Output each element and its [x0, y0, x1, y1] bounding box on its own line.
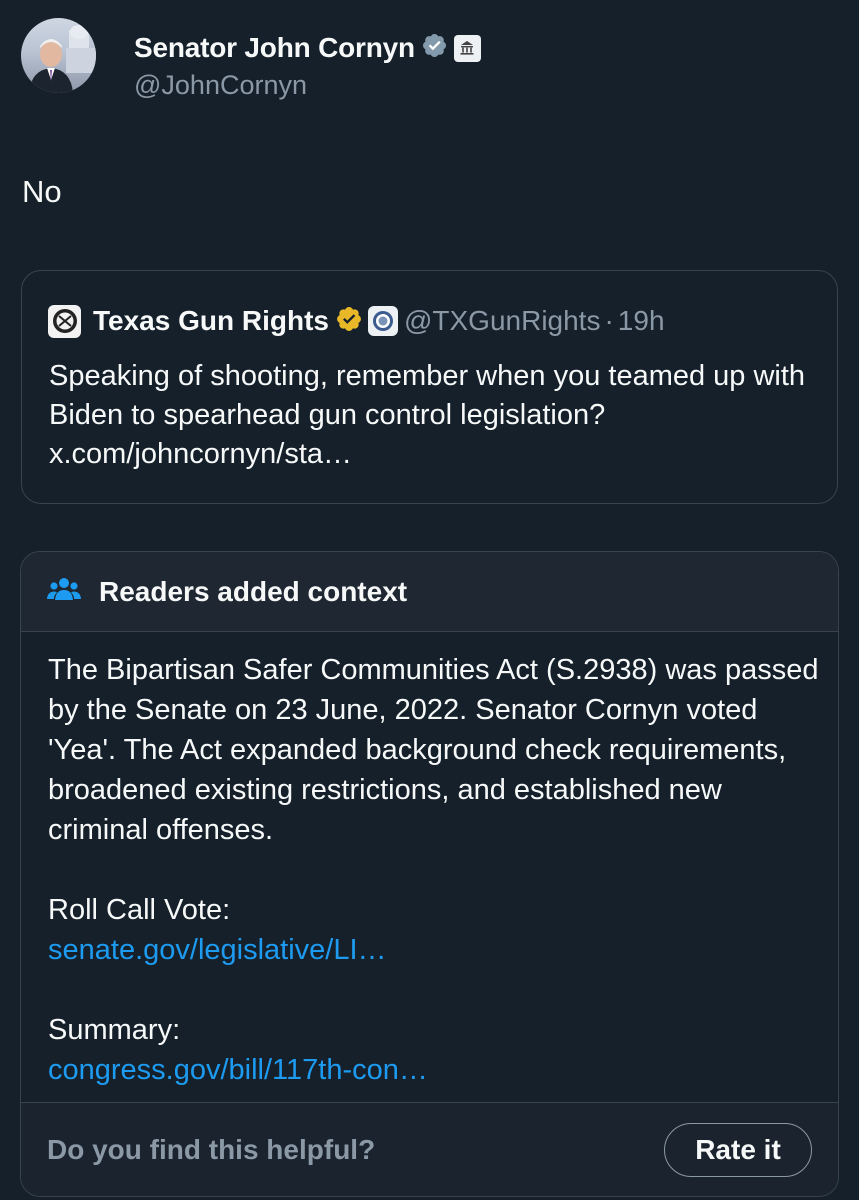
tweet-page: Senator John Cornyn @JohnCornyn No Texas…: [0, 0, 859, 1200]
quoted-tweet-header: Texas Gun Rights @TXGunRights · 19h: [48, 303, 665, 339]
community-note-text: The Bipartisan Safer Communities Act (S.…: [48, 654, 819, 846]
summary-link[interactable]: congress.gov/bill/117th-con…: [48, 1050, 828, 1090]
summary-section: Summary: congress.gov/bill/117th-con…: [48, 1010, 828, 1090]
author-names: Senator John Cornyn @JohnCornyn: [134, 28, 481, 101]
author-handle[interactable]: @JohnCornyn: [134, 70, 481, 101]
quoted-display-name[interactable]: Texas Gun Rights: [93, 305, 329, 337]
community-note-title: Readers added context: [99, 575, 408, 607]
quoted-tweet-text: Speaking of shooting, remember when you …: [49, 360, 806, 470]
community-note: Readers added context The Bipartisan Saf…: [20, 551, 839, 1197]
author-name-row: Senator John Cornyn: [134, 28, 481, 68]
roll-call-link[interactable]: senate.gov/legislative/LI…: [48, 930, 828, 970]
author-display-name[interactable]: Senator John Cornyn: [134, 32, 415, 64]
people-icon: [47, 575, 81, 608]
organization-seal-icon: [367, 306, 398, 336]
gold-verified-badge-icon: [329, 305, 363, 338]
tweet-text: No: [22, 174, 62, 209]
summary-label: Summary:: [48, 1014, 181, 1046]
quoted-handle[interactable]: @TXGunRights: [404, 305, 601, 337]
quoted-timestamp[interactable]: 19h: [618, 305, 665, 337]
quoted-tweet[interactable]: Texas Gun Rights @TXGunRights · 19h Spea…: [21, 270, 838, 504]
helpful-prompt: Do you find this helpful?: [47, 1133, 376, 1165]
roll-call-section: Roll Call Vote: senate.gov/legislative/L…: [48, 890, 828, 970]
community-note-body: The Bipartisan Safer Communities Act (S.…: [48, 650, 828, 1130]
quoted-separator: ·: [604, 305, 614, 336]
community-note-footer: Do you find this helpful? Rate it: [21, 1102, 838, 1196]
government-building-icon: [453, 34, 481, 62]
quoted-avatar[interactable]: [48, 304, 81, 338]
community-note-header: Readers added context: [21, 552, 838, 632]
avatar[interactable]: [21, 18, 96, 93]
tweet-author: Senator John Cornyn @JohnCornyn: [21, 18, 481, 101]
verified-badge-icon: [415, 32, 448, 64]
roll-call-label: Roll Call Vote:: [48, 894, 231, 926]
rate-it-button[interactable]: Rate it: [664, 1122, 812, 1177]
